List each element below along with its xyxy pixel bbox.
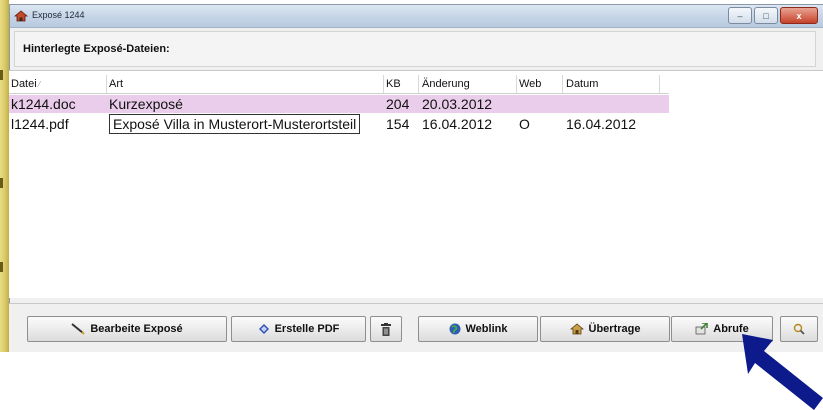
column-divider[interactable] <box>383 75 384 93</box>
edge-marker <box>0 70 3 80</box>
cell-datum: 16.04.2012 <box>566 116 637 132</box>
column-divider[interactable] <box>418 75 419 93</box>
weblink-label: Weblink <box>465 323 508 335</box>
weblink-button[interactable]: Weblink <box>418 316 538 342</box>
cell-kb: 204 <box>386 96 410 112</box>
maximize-button[interactable]: □ <box>754 7 778 24</box>
close-button[interactable]: x <box>780 7 818 24</box>
table-row-selected[interactable]: k1244.doc Kurzexposé 204 20.03.2012 <box>9 95 669 113</box>
files-table: Datei ⁄ Art KB Änderung Web Datum k1244.d… <box>9 70 823 298</box>
erstelle-pdf-button[interactable]: Erstelle PDF <box>231 316 366 342</box>
expose-window: Exposé 1244 – □ x Hinterlegte Exposé-Dat… <box>9 4 823 352</box>
cell-datei: k1244.doc <box>11 96 76 112</box>
cell-web: O <box>519 116 530 132</box>
column-header-kb[interactable]: KB <box>386 75 401 93</box>
download-icon <box>695 323 709 335</box>
pencil-icon <box>71 323 86 335</box>
column-divider[interactable] <box>562 75 563 93</box>
uebertrage-button[interactable]: Übertrage <box>540 316 670 342</box>
cell-aenderung: 16.04.2012 <box>422 116 493 132</box>
bearbeite-expose-label: Bearbeite Exposé <box>90 323 183 335</box>
title-bar[interactable]: Exposé 1244 – □ x <box>10 5 823 28</box>
column-header-art[interactable]: Art <box>109 75 123 93</box>
column-header-datum[interactable]: Datum <box>566 75 598 93</box>
table-header: Datei ⁄ Art KB Änderung Web Datum <box>9 75 669 94</box>
background-app-edge <box>0 0 9 352</box>
cell-kb: 154 <box>386 116 410 132</box>
table-row[interactable]: l1244.pdf Exposé Villa in Musterort-Must… <box>9 114 669 134</box>
erstelle-pdf-label: Erstelle PDF <box>274 323 340 335</box>
bearbeite-expose-button[interactable]: Bearbeite Exposé <box>27 316 227 342</box>
button-bar: Bearbeite Exposé Erstelle PDF Weblink Üb… <box>9 303 823 352</box>
column-header-aenderung[interactable]: Änderung <box>422 75 470 93</box>
column-divider[interactable] <box>659 75 660 93</box>
app-icon <box>14 10 28 22</box>
column-header-web[interactable]: Web <box>519 75 541 93</box>
column-header-datei[interactable]: Datei ⁄ <box>11 75 40 93</box>
header-label: Hinterlegte Exposé-Dateien: <box>23 43 170 55</box>
header-panel: Hinterlegte Exposé-Dateien: <box>14 31 816 67</box>
trash-icon <box>381 322 391 336</box>
globe-icon <box>449 323 461 335</box>
cell-art-editor[interactable]: Exposé Villa in Musterort-Musterortsteil <box>109 114 361 134</box>
house-icon <box>569 323 584 335</box>
window-title: Exposé 1244 <box>32 10 85 20</box>
edge-marker <box>0 262 3 272</box>
pdf-icon <box>258 323 270 335</box>
sort-indicator-icon: ⁄ <box>38 80 41 89</box>
pointer-arrow-annotation <box>742 334 823 410</box>
column-divider[interactable] <box>516 75 517 93</box>
uebertrage-label: Übertrage <box>588 323 641 335</box>
edge-marker <box>0 178 3 188</box>
minimize-button[interactable]: – <box>728 7 752 24</box>
cell-art: Kurzexposé <box>109 96 183 112</box>
cell-aenderung: 20.03.2012 <box>422 96 493 112</box>
cell-datei: l1244.pdf <box>11 116 69 132</box>
delete-button[interactable] <box>370 316 402 342</box>
column-divider[interactable] <box>106 75 107 93</box>
